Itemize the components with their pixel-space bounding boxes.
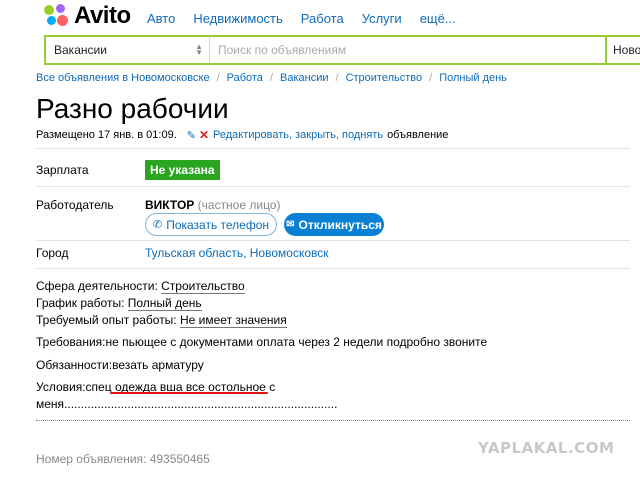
breadcrumb-separator: / bbox=[216, 72, 220, 84]
divider bbox=[36, 148, 630, 149]
salary-badge: Не указана bbox=[145, 160, 220, 180]
avito-logo[interactable]: Avito bbox=[44, 2, 131, 29]
city-select-value: Ново bbox=[613, 43, 640, 57]
employer-kind: (частное лицо) bbox=[197, 198, 281, 212]
divider bbox=[36, 240, 630, 241]
breadcrumb-work[interactable]: Работа bbox=[227, 72, 263, 84]
search-input[interactable] bbox=[210, 37, 605, 63]
param-sphere: Сфера деятельности: Строительство bbox=[36, 278, 287, 295]
breadcrumb-separator: / bbox=[269, 72, 273, 84]
divider bbox=[36, 268, 630, 269]
employer-name: ВИКТОР bbox=[145, 198, 195, 212]
red-hand-underline bbox=[110, 392, 268, 394]
desc-duties: Обязанности:везать арматуру bbox=[36, 358, 204, 372]
employer-info: ВИКТОР (частное лицо) bbox=[145, 198, 280, 212]
top-nav: Авто Недвижимость Работа Услуги ещё... bbox=[147, 11, 456, 26]
divider bbox=[36, 186, 630, 187]
breadcrumb-construction[interactable]: Строительство bbox=[346, 72, 423, 84]
category-value: Вакансии bbox=[54, 43, 107, 57]
desc-requirements: Требования:не пьющее с документами оплат… bbox=[36, 335, 488, 349]
param-value[interactable]: Полный день bbox=[127, 296, 202, 311]
category-select[interactable]: Вакансии ▲ ▼ bbox=[46, 37, 210, 63]
envelope-icon: ✉ bbox=[286, 219, 295, 230]
param-label: График работы: bbox=[36, 296, 125, 310]
nav-more[interactable]: ещё... bbox=[420, 11, 456, 26]
breadcrumb-fullday[interactable]: Полный день bbox=[439, 72, 507, 84]
city-select[interactable]: Ново bbox=[607, 37, 640, 63]
nav-realty[interactable]: Недвижимость bbox=[193, 11, 282, 26]
desc-conditions-prefix: Условия:спец bbox=[36, 380, 112, 394]
employer-label: Работодатель bbox=[36, 198, 114, 212]
breadcrumb-vacancies[interactable]: Вакансии bbox=[280, 72, 329, 84]
site-header: Avito Авто Недвижимость Работа Услуги ещ… bbox=[0, 0, 640, 36]
breadcrumb-all[interactable]: Все объявления в Новомосковске bbox=[36, 72, 210, 84]
show-phone-label: Показать телефон bbox=[166, 217, 270, 232]
nav-auto[interactable]: Авто bbox=[147, 11, 175, 26]
search-bar: Вакансии ▲▼ Ново bbox=[44, 35, 640, 65]
param-value[interactable]: Строительство bbox=[161, 279, 245, 294]
dotted-divider bbox=[36, 420, 630, 421]
param-value[interactable]: Не имеет значения bbox=[180, 313, 287, 328]
watermark: YAPLAKAL.COM bbox=[478, 439, 615, 457]
job-params: Сфера деятельности: Строительство График… bbox=[36, 278, 287, 329]
reply-label: Откликнуться bbox=[298, 217, 382, 232]
param-label: Сфера деятельности: bbox=[36, 279, 158, 293]
salary-label: Зарплата bbox=[36, 163, 89, 177]
posted-date: Размещено 17 янв. в 01:09. bbox=[36, 129, 177, 141]
logo-text: Avito bbox=[74, 2, 131, 29]
desc-conditions-line2: меня....................................… bbox=[36, 397, 338, 411]
param-schedule: График работы: Полный день bbox=[36, 295, 287, 312]
edit-link[interactable]: Редактировать, закрыть, поднять bbox=[213, 129, 383, 141]
reply-button[interactable]: ✉ Откликнуться bbox=[284, 213, 384, 236]
param-label: Требуемый опыт работы: bbox=[36, 313, 177, 327]
breadcrumb: Все объявления в Новомосковске / Работа … bbox=[36, 72, 507, 84]
nav-services[interactable]: Услуги bbox=[362, 11, 402, 26]
ad-number: Номер объявления: 493550465 bbox=[36, 452, 210, 466]
edit-suffix: объявление bbox=[387, 129, 449, 141]
city-label: Город bbox=[36, 246, 69, 260]
breadcrumb-separator: / bbox=[335, 72, 339, 84]
page-title: Разно рабочии bbox=[36, 93, 229, 124]
city-value-link[interactable]: Тульская область, Новомосковск bbox=[145, 246, 329, 260]
select-arrows-icon: ▲ ▼ bbox=[195, 42, 203, 57]
param-experience: Требуемый опыт работы: Не имеет значения bbox=[36, 312, 287, 329]
pencil-icon[interactable]: ✎ bbox=[187, 129, 196, 142]
logo-dots-icon bbox=[44, 4, 68, 28]
close-icon[interactable]: ✕ bbox=[199, 128, 209, 142]
breadcrumb-separator: / bbox=[429, 72, 433, 84]
posted-info: Размещено 17 янв. в 01:09. ✎ ✕ Редактиро… bbox=[36, 128, 448, 142]
show-phone-button[interactable]: ✆ Показать телефон bbox=[145, 213, 277, 236]
nav-jobs[interactable]: Работа bbox=[301, 11, 344, 26]
phone-icon: ✆ bbox=[152, 219, 163, 231]
